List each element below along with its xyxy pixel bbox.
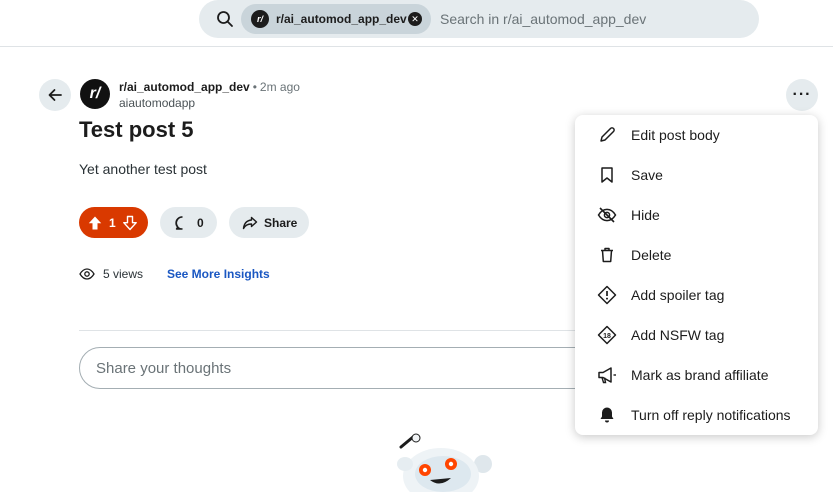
search-icon — [217, 11, 233, 27]
menu-item-delete[interactable]: Delete — [575, 235, 818, 275]
pencil-icon — [600, 127, 615, 142]
downvote-icon[interactable] — [122, 215, 138, 231]
snoo-mascot-icon — [397, 433, 492, 492]
post-options-menu: Edit post body Save Hide Delete Add spoi… — [575, 115, 818, 435]
menu-item-add-spoiler-tag[interactable]: Add spoiler tag — [575, 275, 818, 315]
menu-item-label: Add NSFW tag — [631, 327, 725, 343]
bookmark-icon — [601, 167, 613, 183]
menu-item-label: Mark as brand affiliate — [631, 367, 769, 383]
top-header: r/ r/ai_automod_app_dev ✕ Search in r/ai… — [0, 0, 833, 47]
subreddit-chip-avatar: r/ — [251, 10, 269, 28]
menu-item-save[interactable]: Save — [575, 155, 818, 195]
post-author[interactable]: aiautomodapp — [119, 96, 195, 110]
views-stat: 5 views — [79, 267, 143, 281]
menu-item-label: Hide — [631, 207, 660, 223]
eye-slash-icon — [597, 207, 617, 223]
search-scope-label: r/ai_automod_app_dev — [276, 12, 407, 26]
search-placeholder[interactable]: Search in r/ai_automod_app_dev — [440, 11, 646, 27]
subreddit-link[interactable]: r/ai_automod_app_dev — [119, 80, 250, 94]
meta-separator: • — [252, 80, 257, 94]
svg-text:18: 18 — [603, 333, 611, 340]
subreddit-avatar[interactable]: r/ — [80, 79, 110, 109]
vote-count: 1 — [109, 215, 116, 230]
menu-item-label: Save — [631, 167, 663, 183]
nsfw-icon: 18 — [597, 325, 617, 345]
back-button[interactable] — [39, 79, 71, 111]
post-meta: r/ai_automod_app_dev • 2m ago — [119, 80, 300, 94]
comment-count: 0 — [197, 215, 204, 230]
eye-icon — [79, 268, 95, 280]
trash-icon — [601, 247, 613, 263]
menu-item-label: Add spoiler tag — [631, 287, 725, 303]
menu-item-label: Turn off reply notifications — [631, 407, 791, 423]
post-time: 2m ago — [259, 80, 300, 94]
divider — [79, 330, 599, 331]
remove-scope-icon[interactable]: ✕ — [408, 12, 422, 26]
comment-box[interactable] — [79, 347, 619, 389]
post-body: Yet another test post — [79, 161, 207, 177]
search-bar[interactable]: r/ r/ai_automod_app_dev ✕ Search in r/ai… — [199, 0, 759, 38]
menu-item-label: Delete — [631, 247, 672, 263]
see-more-insights-link[interactable]: See More Insights — [167, 267, 270, 281]
vote-control: 1 — [79, 207, 148, 238]
menu-item-hide[interactable]: Hide — [575, 195, 818, 235]
upvote-icon[interactable] — [87, 215, 103, 231]
share-icon — [242, 216, 258, 229]
comment-icon — [175, 215, 183, 230]
share-label: Share — [264, 215, 298, 230]
comment-input[interactable] — [80, 348, 618, 388]
share-button[interactable]: Share — [229, 207, 309, 238]
megaphone-icon — [598, 367, 616, 384]
search-scope-chip[interactable]: r/ r/ai_automod_app_dev ✕ — [241, 4, 431, 34]
views-count: 5 views — [103, 267, 144, 281]
more-options-button[interactable]: ··· — [786, 79, 818, 111]
spoiler-icon — [597, 285, 617, 305]
menu-item-turn-off-reply-notifications[interactable]: Turn off reply notifications — [575, 395, 818, 435]
bell-icon — [600, 407, 614, 423]
menu-item-mark-brand-affiliate[interactable]: Mark as brand affiliate — [575, 355, 818, 395]
menu-item-add-nsfw-tag[interactable]: 18 Add NSFW tag — [575, 315, 818, 355]
menu-item-label: Edit post body — [631, 127, 720, 143]
comments-button[interactable]: 0 — [160, 207, 217, 238]
arrow-left-icon — [48, 89, 62, 101]
post-title: Test post 5 — [79, 117, 194, 142]
menu-item-edit-post-body[interactable]: Edit post body — [575, 115, 818, 155]
